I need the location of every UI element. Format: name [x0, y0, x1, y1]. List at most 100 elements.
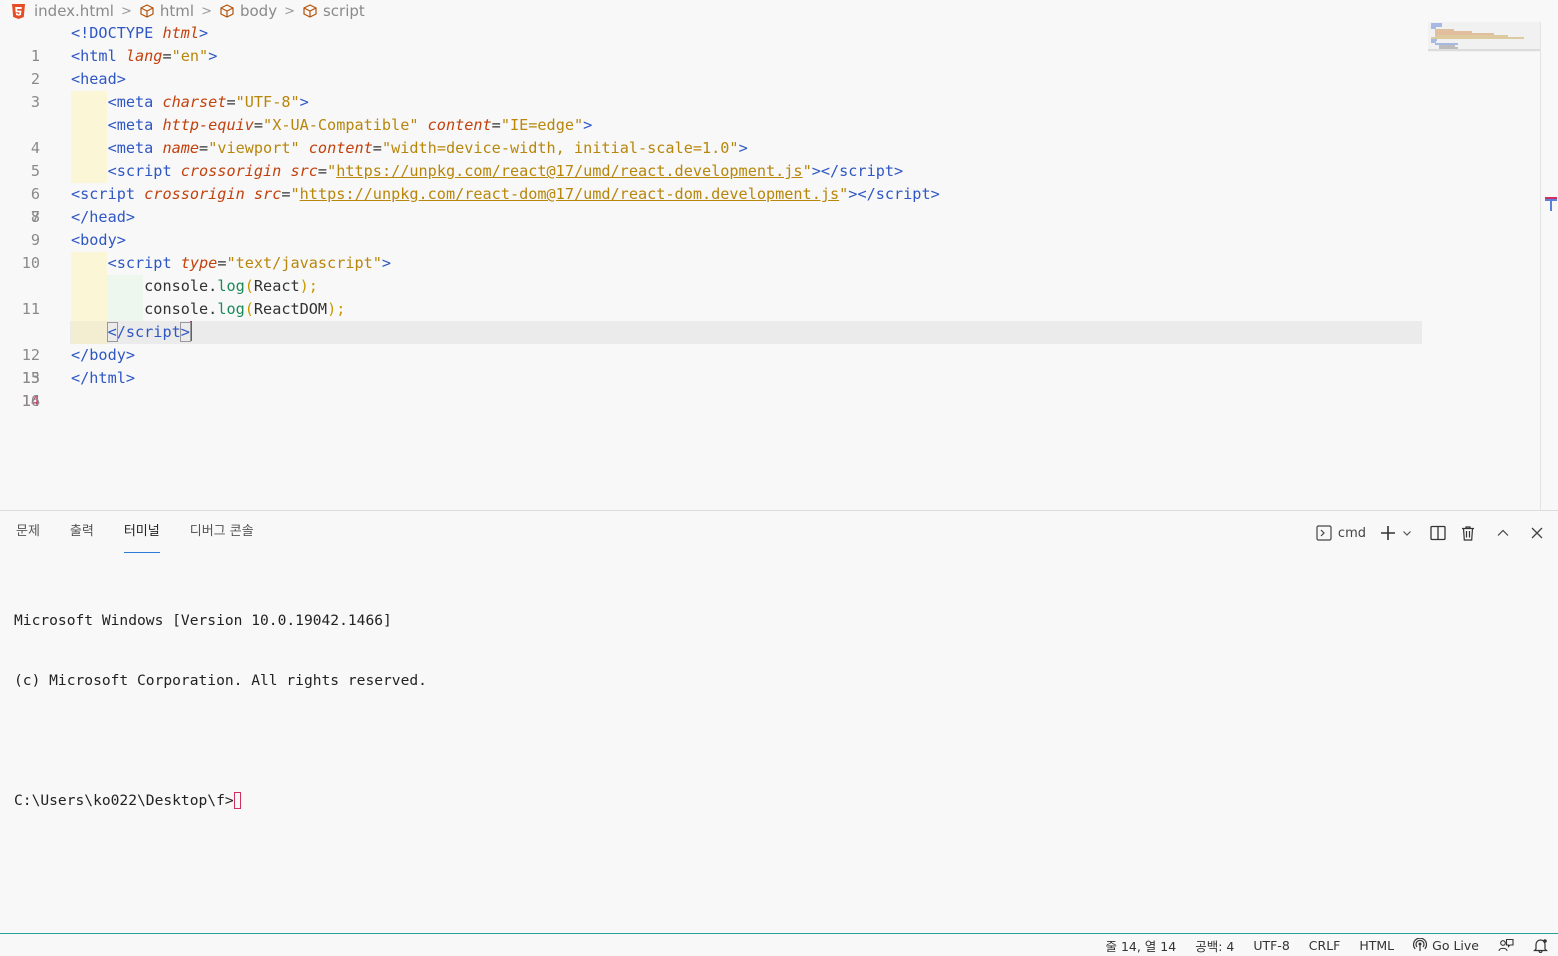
- code-line[interactable]: 5 <meta http-equiv="X-UA-Compatible" con…: [0, 114, 1540, 180]
- code-text: <html lang="en">: [71, 47, 218, 65]
- code-text: </head>: [71, 208, 136, 226]
- code-text: </script>: [106, 321, 192, 342]
- code-line[interactable]: 1 <!DOCTYPE html>: [0, 22, 1540, 65]
- code-line[interactable]: 11 <script type="text/javascript">: [0, 252, 1540, 318]
- bottom-panel: 문제 출력 터미널 디버그 콘솔 cmd Microsoft Windows […: [0, 510, 1558, 933]
- code-text: </html>: [71, 369, 136, 387]
- status-bar: 줄 14, 열 14 공백: 4 UTF-8 CRLF HTML Go Live: [0, 933, 1558, 956]
- code-line[interactable]: 7 <script crossorigin src="https://unpkg…: [0, 160, 1540, 226]
- notifications-button[interactable]: [1533, 938, 1548, 953]
- code-line[interactable]: 3 <head>: [0, 68, 1540, 111]
- broadcast-icon: [1413, 938, 1428, 951]
- code-line[interactable]: 9 </head>: [0, 206, 1540, 249]
- code-line[interactable]: 15 </body>: [0, 344, 1540, 387]
- chevron-up-icon: [1497, 529, 1509, 536]
- status-cursor-position[interactable]: 줄 14, 열 14: [1105, 936, 1176, 955]
- terminal-output[interactable]: Microsoft Windows [Version 10.0.19042.14…: [14, 571, 1544, 851]
- cursor-position-marker: [1545, 197, 1557, 211]
- maximize-panel-button[interactable]: [1496, 526, 1510, 540]
- split-icon: [1430, 525, 1446, 541]
- line-number: 16: [21, 392, 40, 410]
- breadcrumb-file-label: index.html: [34, 2, 114, 20]
- tab-terminal[interactable]: 터미널: [123, 511, 160, 553]
- breadcrumb-separator: >: [120, 3, 132, 19]
- cube-icon: [220, 4, 234, 18]
- minimap[interactable]: [1428, 22, 1540, 62]
- code-text: <script type="text/javascript">: [107, 254, 392, 272]
- status-encoding[interactable]: UTF-8: [1253, 938, 1289, 953]
- code-line[interactable]: 12 console.log(React);: [0, 275, 1540, 364]
- code-link[interactable]: https://unpkg.com/react-dom@17/umd/react…: [300, 185, 839, 203]
- code-line[interactable]: 2 <html lang="en">: [0, 45, 1540, 88]
- code-text: <body>: [71, 231, 126, 249]
- panel-actions: cmd: [1316, 521, 1544, 545]
- code-text: <meta http-equiv="X-UA-Compatible" conte…: [107, 116, 593, 134]
- code-text: <script crossorigin src="https://unpkg.c…: [71, 185, 940, 203]
- tab-debug-console[interactable]: 디버그 콘솔: [190, 511, 254, 553]
- code-line[interactable]: 10 <body>: [0, 229, 1540, 272]
- code-line[interactable]: 8 <script crossorigin src="https://unpkg…: [0, 183, 1540, 226]
- code-line[interactable]: 16 </html>: [0, 367, 1540, 410]
- code-line[interactable]: 4 <meta charset="UTF-8">: [0, 91, 1540, 157]
- terminal-shell-name: cmd: [1337, 525, 1366, 541]
- code-text: <script crossorigin src="https://unpkg.c…: [107, 162, 904, 180]
- code-link[interactable]: https://unpkg.com/react@17/umd/react.dev…: [336, 162, 802, 180]
- breadcrumb-item-label: script: [322, 2, 365, 20]
- code-line[interactable]: 6 <meta name="viewport" content="width=d…: [0, 137, 1540, 203]
- breadcrumb-item-script[interactable]: script: [302, 2, 365, 20]
- breadcrumb-file[interactable]: index.html: [12, 2, 114, 20]
- code-text: </body>: [71, 346, 136, 364]
- status-bar-right: 줄 14, 열 14 공백: 4 UTF-8 CRLF HTML Go Live: [1086, 934, 1548, 956]
- terminal-icon: [1316, 525, 1332, 541]
- code-text: <meta name="viewport" content="width=dev…: [107, 139, 748, 157]
- terminal-line: Microsoft Windows [Version 10.0.19042.14…: [14, 612, 392, 629]
- go-live-button[interactable]: Go Live: [1413, 938, 1479, 953]
- terminal-prompt: C:\Users\ko022\Desktop\f>: [14, 792, 234, 809]
- editor-scrollbar[interactable]: [1540, 22, 1558, 510]
- feedback-icon: [1498, 938, 1514, 951]
- html5-icon: [12, 3, 25, 19]
- terminal-cursor: [233, 792, 241, 809]
- breadcrumb-item-html[interactable]: html: [139, 2, 194, 20]
- breadcrumb-item-label: body: [239, 2, 278, 20]
- breadcrumb-separator: >: [201, 3, 212, 19]
- breadcrumb-separator: >: [284, 3, 295, 19]
- kill-terminal-button[interactable]: [1460, 525, 1476, 541]
- terminal-line: (c) Microsoft Corporation. All rights re…: [14, 672, 427, 689]
- status-eol[interactable]: CRLF: [1309, 938, 1341, 953]
- status-language[interactable]: HTML: [1359, 938, 1394, 953]
- breadcrumb: index.html > html > body > script: [0, 0, 1420, 22]
- chevron-down-icon: [1403, 531, 1411, 536]
- code-line-active[interactable]: 14 </script>: [0, 321, 1540, 410]
- cube-icon: [303, 4, 317, 18]
- breadcrumb-item-label: html: [159, 2, 195, 20]
- code-text: console.log(React);: [144, 277, 318, 295]
- bell-icon: [1533, 938, 1548, 953]
- code-line[interactable]: 13 console.log(ReactDOM);: [0, 298, 1540, 387]
- breadcrumb-item-body[interactable]: body: [219, 2, 277, 20]
- panel-tabs: 문제 출력 터미널 디버그 콘솔: [16, 511, 284, 553]
- code-text: console.log(ReactDOM);: [144, 300, 346, 318]
- tab-output[interactable]: 출력: [70, 511, 94, 553]
- feedback-button[interactable]: [1498, 938, 1514, 953]
- go-live-label: Go Live: [1432, 937, 1479, 953]
- new-terminal-button[interactable]: [1380, 525, 1396, 541]
- code-text: <meta charset="UTF-8">: [107, 93, 309, 111]
- plus-icon: [1381, 526, 1395, 540]
- cube-icon: [140, 4, 154, 18]
- close-panel-button[interactable]: [1530, 526, 1544, 540]
- code-text: <head>: [71, 70, 126, 88]
- trash-icon: [1462, 526, 1474, 541]
- close-icon: [1531, 527, 1543, 539]
- code-editor[interactable]: 1 <!DOCTYPE html> 2 <html lang="en"> 3 <…: [0, 22, 1540, 510]
- terminal-dropdown-button[interactable]: [1402, 528, 1412, 538]
- terminal-selector[interactable]: cmd: [1316, 525, 1366, 541]
- current-line-highlight: [70, 321, 1422, 344]
- status-indentation[interactable]: 공백: 4: [1195, 936, 1234, 955]
- terminal-prompt-line[interactable]: C:\Users\ko022\Desktop\f>: [14, 791, 1544, 811]
- code-text: <!DOCTYPE html>: [71, 24, 209, 42]
- tab-problems[interactable]: 문제: [16, 511, 40, 553]
- split-terminal-button[interactable]: [1430, 525, 1446, 541]
- text-cursor: [189, 321, 192, 341]
